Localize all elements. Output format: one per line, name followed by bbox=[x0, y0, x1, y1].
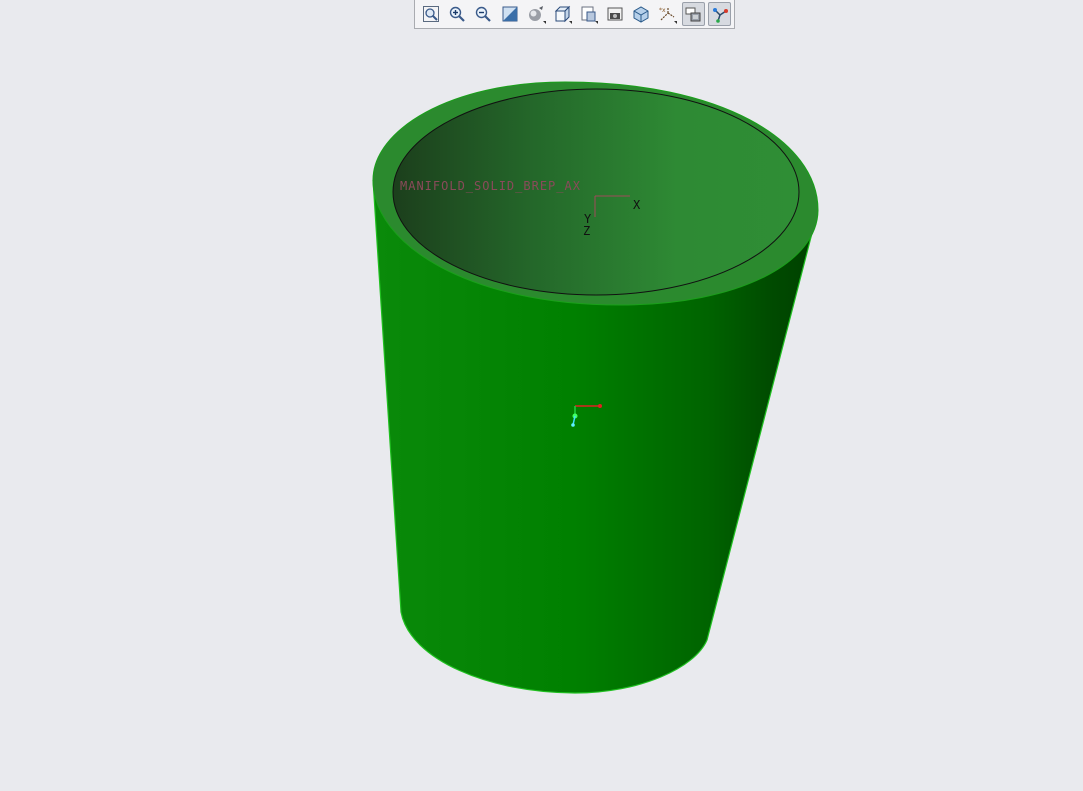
csys-z-label: Z bbox=[583, 224, 591, 238]
spin-x-marker bbox=[598, 404, 602, 408]
graphics-viewport[interactable]: MANIFOLD_SOLID_BREP_AX X Y Z bbox=[0, 0, 1083, 791]
csys-x-label: X bbox=[633, 198, 641, 212]
csys-label: MANIFOLD_SOLID_BREP_AX bbox=[400, 179, 581, 193]
spin-z-marker bbox=[571, 423, 575, 427]
